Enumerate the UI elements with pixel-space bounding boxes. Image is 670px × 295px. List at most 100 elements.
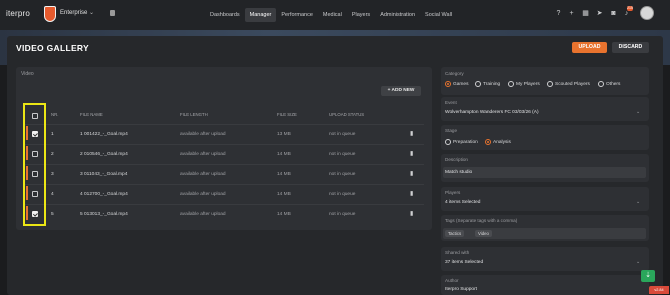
col-nr: NR. [51, 112, 59, 117]
radio-analysis[interactable] [485, 139, 491, 145]
col-file-name: FILE NAME [80, 112, 103, 117]
help-icon[interactable]: ? [555, 10, 562, 17]
event-label: Event [445, 100, 457, 105]
radio-scouted-players[interactable] [547, 81, 553, 87]
stage-label: Stage [445, 128, 458, 133]
trash-icon[interactable]: ▮ [410, 211, 415, 217]
table-header: NR. FILE NAME FILE LENGTH FILE SIZE UPLO… [24, 112, 424, 121]
author-block [441, 275, 649, 295]
row-file-name: 3 011043_-_Goal.mp4 [80, 172, 128, 177]
radio-others[interactable] [598, 81, 604, 87]
radio-analysis-label: Analysis [493, 140, 511, 145]
shared-label: Shared with [445, 250, 470, 255]
table-row[interactable]: 5 5 013013_-_Goal.mp4 available after up… [24, 204, 424, 223]
trash-icon[interactable]: ▮ [410, 191, 415, 197]
plus-icon[interactable]: + [568, 10, 575, 17]
radio-scouted-players-label: Scouted Players [555, 82, 590, 87]
row-file-name: 5 013013_-_Goal.mp4 [80, 212, 128, 217]
discard-button[interactable]: DISCARD [612, 42, 649, 53]
stage-block [441, 125, 649, 150]
table-row[interactable]: 3 3 011043_-_Goal.mp4 available after up… [24, 164, 424, 183]
row-nr: 4 [51, 192, 54, 197]
add-new-button[interactable]: + ADD NEW [381, 86, 421, 96]
checkbox-column-highlight [23, 103, 46, 226]
org-selector-label[interactable]: Enterprise [60, 10, 87, 16]
table-row[interactable]: 1 1 001422_-_Goal.mp4 available after up… [24, 124, 424, 143]
app-logo[interactable]: iterpro [6, 9, 30, 18]
send-icon[interactable]: ➤ [596, 10, 603, 17]
row-file-name: 4 012700_-_Goal.mp4 [80, 192, 128, 197]
nav-medical[interactable]: Medical [318, 8, 347, 22]
author-label: Author [445, 278, 459, 283]
description-field[interactable] [443, 167, 646, 178]
row-file-size: 14 MB [277, 192, 291, 197]
table-row[interactable]: 2 2 010546_-_Goal.mp4 available after up… [24, 144, 424, 163]
video-section-label: Video [21, 71, 34, 77]
tag-chip[interactable]: Video [475, 230, 492, 237]
radio-games[interactable] [445, 81, 451, 87]
upload-button[interactable]: UPLOAD [572, 42, 607, 53]
row-nr: 5 [51, 212, 54, 217]
author-value: Iterpro Support [445, 287, 477, 292]
nav-dashboards[interactable]: Dashboards [205, 8, 245, 22]
row-file-length: available after upload [180, 172, 226, 177]
row-nr: 2 [51, 152, 54, 157]
chevron-down-icon[interactable]: ⌄ [636, 109, 640, 115]
avatar[interactable] [640, 6, 654, 20]
download-icon[interactable]: ⇣ [641, 270, 655, 282]
row-nr: 1 [51, 132, 54, 137]
chevron-down-icon[interactable]: ⌄ [636, 199, 640, 205]
table-row[interactable]: 4 4 012700_-_Goal.mp4 available after up… [24, 184, 424, 203]
chat-icon[interactable]: ◙ [610, 10, 617, 17]
nav-performance[interactable]: Performance [276, 8, 318, 22]
row-upload-status: not in queue [329, 132, 356, 137]
radio-preparation[interactable] [445, 139, 451, 145]
col-file-size: FILE SIZE [277, 112, 297, 117]
chevron-down-icon[interactable]: ⌄ [89, 9, 94, 16]
category-label: Category [445, 71, 464, 76]
radio-training-label: Training [483, 82, 501, 87]
row-file-size: 13 MB [277, 132, 291, 137]
players-label: Players [445, 190, 461, 195]
clipboard-icon[interactable] [110, 10, 115, 16]
shared-block [441, 247, 649, 271]
nav-social-wall[interactable]: Social Wall [420, 8, 457, 22]
row-upload-status: not in queue [329, 172, 356, 177]
radio-my-players[interactable] [508, 81, 514, 87]
trash-icon[interactable]: ▮ [410, 131, 415, 137]
trash-icon[interactable]: ▮ [410, 171, 415, 177]
row-file-length: available after upload [180, 192, 226, 197]
row-file-size: 14 MB [277, 152, 291, 157]
radio-training[interactable] [475, 81, 481, 87]
row-file-length: available after upload [180, 212, 226, 217]
radio-others-label: Others [606, 82, 621, 87]
trash-icon[interactable]: ▮ [410, 151, 415, 157]
row-upload-status: not in queue [329, 152, 356, 157]
club-crest-icon [44, 6, 56, 22]
radio-preparation-label: Preparation [453, 140, 478, 145]
row-upload-status: not in queue [329, 212, 356, 217]
shared-select[interactable]: 37 items Selected [445, 260, 483, 265]
radio-games-label: Games [453, 82, 469, 87]
row-nr: 3 [51, 172, 54, 177]
tag-chip[interactable]: Tactics [445, 230, 465, 237]
row-file-size: 14 MB [277, 172, 291, 177]
row-upload-status: not in queue [329, 192, 356, 197]
col-upload-status: UPLOAD STATUS [329, 112, 365, 117]
nav-players[interactable]: Players [347, 8, 375, 22]
bell-icon[interactable]: ♪ [623, 10, 630, 17]
tags-label: Tags (Separate tags with a comma) [445, 218, 518, 223]
event-select[interactable]: Wolverhampton Wanderers FC 03/03/26 (A) [445, 110, 539, 115]
nav-administration[interactable]: Administration [375, 8, 420, 22]
calendar-icon[interactable]: ▦ [582, 10, 589, 17]
main-nav: Dashboards Manager Performance Medical P… [205, 8, 457, 22]
radio-my-players-label: My Players [516, 82, 540, 87]
notification-badge: 215 [627, 6, 633, 11]
players-block [441, 187, 649, 211]
page-title: VIDEO GALLERY [16, 43, 90, 53]
row-file-name: 2 010546_-_Goal.mp4 [80, 152, 128, 157]
players-select[interactable]: 4 items Selected [445, 200, 480, 205]
chevron-down-icon[interactable]: ⌄ [636, 259, 640, 265]
nav-manager[interactable]: Manager [244, 8, 277, 22]
tags-field[interactable] [443, 228, 646, 239]
